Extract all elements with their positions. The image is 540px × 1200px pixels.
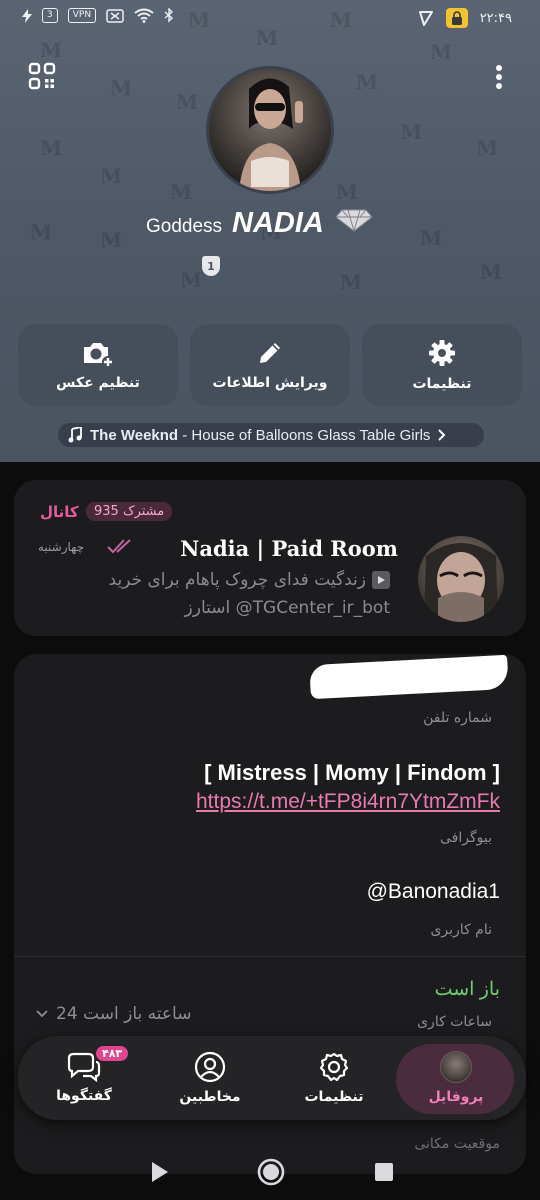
gear-icon bbox=[319, 1052, 349, 1082]
channel-name: Nadia | Paid Room bbox=[180, 536, 398, 561]
clock: ۲۲:۴۹ bbox=[479, 10, 512, 26]
nav-chats-label: گفتگوها bbox=[56, 1088, 112, 1104]
profile-avatar-small bbox=[440, 1051, 472, 1083]
nav-settings[interactable]: تنظیمات bbox=[278, 1036, 390, 1120]
level-badge: 1 bbox=[202, 256, 220, 276]
last-message-day: چهارشنبه bbox=[38, 540, 85, 554]
signal-icon bbox=[418, 11, 433, 26]
last-message-line2: استارز @TGCenter_ir_bot bbox=[185, 598, 390, 618]
diamond-icon bbox=[335, 209, 373, 232]
last-message-text-2: استارز @TGCenter_ir_bot bbox=[184, 598, 390, 618]
lock-icon bbox=[445, 8, 468, 28]
subscriber-count: 935 مشترک bbox=[86, 502, 173, 521]
chevron-right-icon bbox=[438, 429, 446, 441]
music-track: - House of Balloons Glass Table Girls bbox=[178, 426, 431, 444]
bluetooth-icon bbox=[164, 8, 174, 23]
edit-info-button[interactable]: ویرایش اطلاعات bbox=[190, 324, 350, 406]
settings-label: تنظیمات bbox=[412, 376, 472, 392]
home-circle-icon[interactable] bbox=[257, 1158, 285, 1186]
divider bbox=[14, 956, 526, 957]
edit-info-label: ویرایش اطلاعات bbox=[212, 375, 328, 391]
gear-icon bbox=[429, 340, 455, 366]
chevron-down-icon bbox=[36, 1010, 48, 1018]
open-status: باز است bbox=[434, 979, 500, 1000]
music-artist: The Weeknd bbox=[90, 426, 179, 444]
wifi-icon bbox=[134, 8, 154, 23]
vpn-indicator: VPN bbox=[67, 8, 97, 23]
nav-contacts-label: مخاطبین bbox=[179, 1089, 241, 1105]
recents-square-icon[interactable] bbox=[374, 1162, 394, 1182]
nav-profile[interactable]: پروفایل bbox=[400, 1036, 512, 1120]
last-message-line1: زندگیت فدای چروک پاهام برای خرید bbox=[109, 570, 390, 590]
settings-button[interactable]: تنظیمات bbox=[362, 324, 522, 406]
qr-code-icon[interactable] bbox=[28, 62, 56, 90]
last-message-text: زندگیت فدای چروک پاهام برای خرید bbox=[108, 570, 366, 590]
nav-profile-label: پروفایل bbox=[428, 1089, 484, 1105]
profile-header: MM MMM MM MMMM MMM MMMM MMM 3 VPN ۲۲:۴۹ bbox=[0, 0, 540, 462]
nav-contacts[interactable]: مخاطبین bbox=[154, 1036, 266, 1120]
camera-add-icon bbox=[84, 343, 114, 367]
bio-label: بیوگرافی bbox=[440, 830, 492, 846]
channel-photo bbox=[424, 543, 498, 622]
channel-avatar[interactable] bbox=[418, 536, 504, 622]
nav-chats[interactable]: گفتگوها ۴۸۳ bbox=[28, 1036, 140, 1120]
set-photo-label: تنظیم عکس bbox=[56, 375, 140, 391]
avatar-photo bbox=[239, 78, 303, 191]
channel-card[interactable]: 935 مشترک کانال Nadia | Paid Room چهارشن… bbox=[14, 480, 526, 636]
phone-label: شماره تلفن bbox=[423, 710, 492, 726]
no-sim-icon bbox=[106, 8, 124, 23]
music-note-icon bbox=[68, 427, 82, 443]
username-label: نام کاربری bbox=[430, 922, 492, 938]
status-bar: 3 VPN ۲۲:۴۹ bbox=[0, 0, 540, 36]
read-ticks-icon bbox=[107, 539, 131, 554]
nav-settings-label: تنظیمات bbox=[304, 1089, 364, 1105]
unread-badge: ۴۸۳ bbox=[96, 1046, 129, 1061]
contacts-icon bbox=[194, 1051, 226, 1083]
channel-tag: کانال bbox=[40, 503, 79, 521]
name-prefix: Goddess bbox=[146, 216, 223, 237]
bio-link[interactable]: https://t.me/+tFP8i4rn7YtmZmFk bbox=[196, 790, 500, 814]
flash-icon bbox=[22, 8, 32, 23]
video-icon bbox=[372, 571, 390, 589]
display-name: NADIA bbox=[232, 207, 324, 239]
profile-name: Goddess NADIA bbox=[146, 206, 374, 240]
hours-value: 24 ساعته باز است bbox=[56, 1004, 192, 1024]
hours-toggle[interactable]: 24 ساعته باز است bbox=[36, 1004, 191, 1024]
back-triangle-icon[interactable] bbox=[150, 1160, 170, 1184]
battery-indicator: 3 bbox=[42, 8, 58, 23]
hours-label: ساعات کاری bbox=[417, 1014, 492, 1030]
bio-title: [ Mistress | Momy | Findom ] bbox=[204, 760, 500, 785]
set-photo-button[interactable]: تنظیم عکس bbox=[18, 324, 178, 406]
bottom-nav: گفتگوها ۴۸۳ مخاطبین تنظیمات پروفایل bbox=[18, 1036, 526, 1120]
pencil-icon bbox=[260, 343, 280, 363]
phone-redaction bbox=[309, 654, 509, 700]
system-navigation bbox=[0, 1150, 540, 1200]
music-bar[interactable]: The Weeknd - House of Balloons Glass Tab… bbox=[58, 423, 484, 447]
username[interactable]: @Banonadia1 bbox=[367, 880, 500, 904]
more-menu-icon[interactable] bbox=[490, 62, 508, 92]
profile-avatar[interactable] bbox=[206, 66, 334, 194]
